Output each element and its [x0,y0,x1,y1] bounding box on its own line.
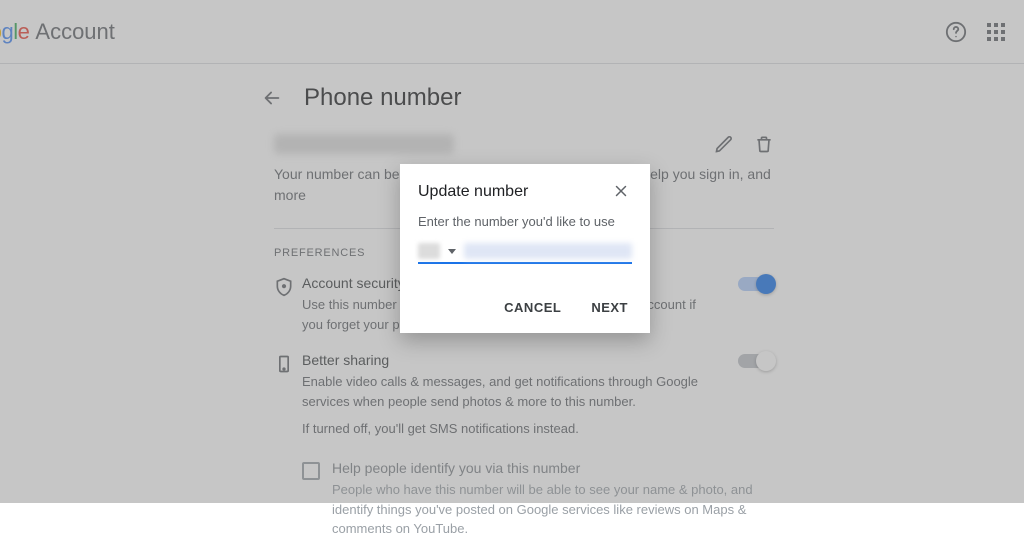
next-button[interactable]: NEXT [587,294,632,321]
dialog-header: Update number [418,182,632,202]
dialog-actions: CANCEL NEXT [418,294,632,321]
chevron-down-icon[interactable] [448,249,456,254]
phone-input-row [418,243,632,264]
close-icon[interactable] [612,182,632,202]
dialog-subtitle: Enter the number you'd like to use [418,214,632,229]
cancel-button[interactable]: CANCEL [500,294,565,321]
country-flag-icon[interactable] [418,243,440,259]
update-number-dialog: Update number Enter the number you'd lik… [400,164,650,333]
dialog-title: Update number [418,183,528,201]
phone-input[interactable] [464,243,632,259]
